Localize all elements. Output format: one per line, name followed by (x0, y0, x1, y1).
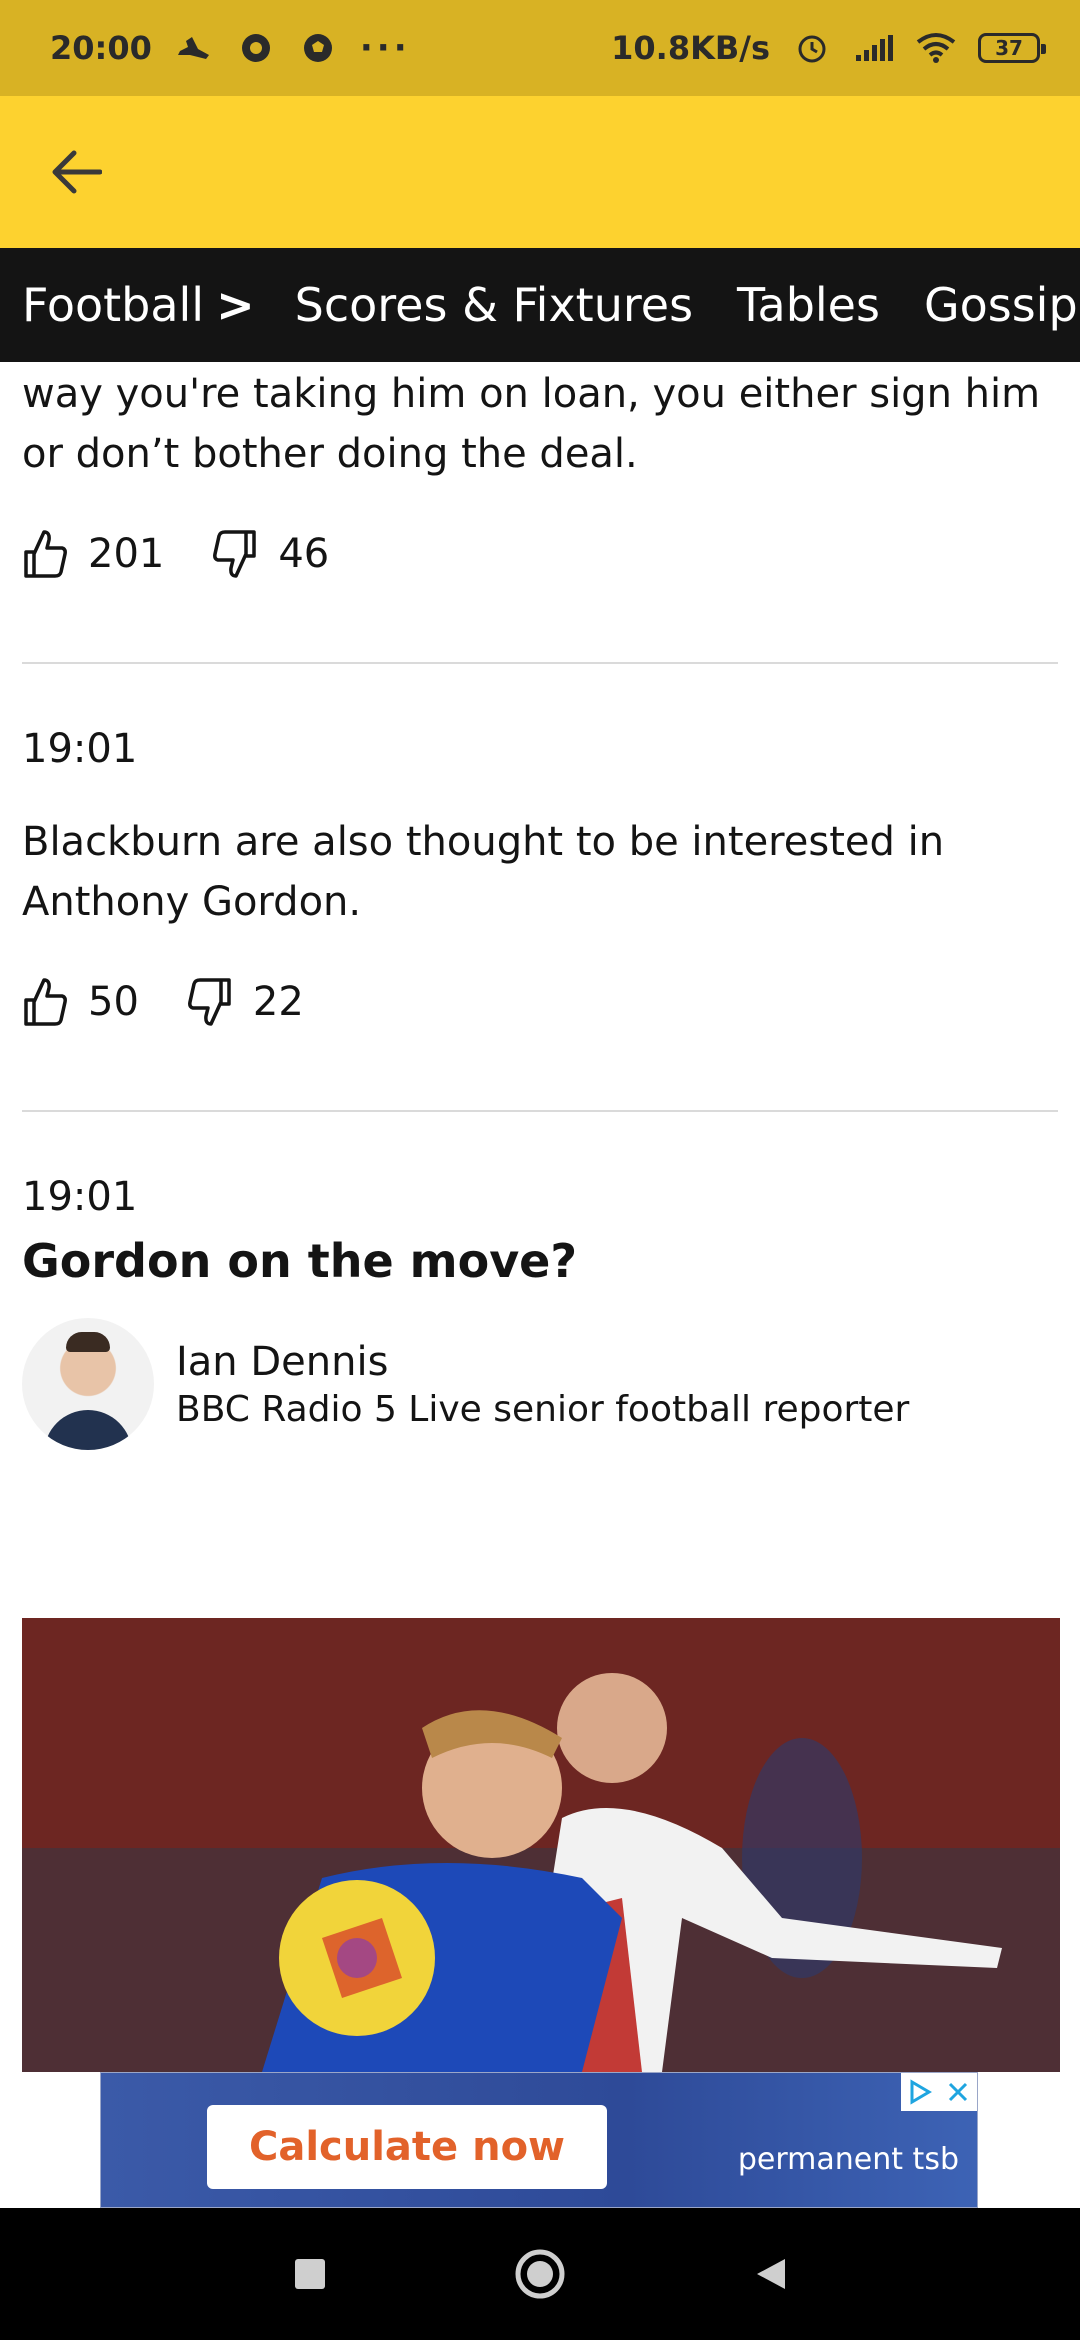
back-button[interactable] (40, 140, 112, 204)
post-headline: Gordon on the move? (22, 1234, 578, 1288)
thumbs-up-icon (24, 978, 67, 1026)
post-text: Blackburn are also thought to be interes… (22, 819, 945, 925)
app-header (0, 96, 1080, 248)
vote-bar: 50 22 (22, 972, 1058, 1032)
triangle-back-icon (757, 2259, 785, 2289)
vote-bar: 201 46 (22, 524, 1058, 584)
thumbs-down-icon (213, 530, 257, 578)
author-role: BBC Radio 5 Live senior football reporte… (176, 1388, 910, 1430)
nav-chevron: > (216, 278, 255, 332)
home-button[interactable] (510, 2244, 570, 2304)
status-time: 20:00 (50, 29, 152, 67)
dislike-count: 46 (278, 531, 330, 577)
more-dots-icon: ··· (359, 28, 411, 68)
like-count: 201 (88, 531, 165, 577)
status-right: 10.8KB/s 37 (611, 28, 1046, 68)
system-nav-bar (0, 2208, 1080, 2340)
author-byline: Ian Dennis BBC Radio 5 Live senior footb… (22, 1318, 1058, 1450)
section-nav: Football > Scores & Fixtures Tables Goss… (0, 248, 1080, 362)
chrome-icon (236, 28, 276, 68)
thumbs-down-icon (187, 978, 231, 1026)
battery-level: 37 (995, 36, 1023, 60)
battery-icon: 37 (978, 33, 1046, 63)
alarm-icon (792, 28, 832, 68)
recents-button[interactable] (280, 2244, 340, 2304)
nav-item-football[interactable]: Football (22, 278, 216, 332)
ad-brand: permanent tsb (737, 2142, 959, 2177)
dislike-button[interactable]: 22 (187, 976, 304, 1028)
dislike-count: 22 (252, 979, 304, 1025)
circle-icon (515, 2249, 565, 2299)
like-button[interactable]: 201 (22, 528, 164, 580)
thumbs-up-icon (24, 530, 67, 578)
nav-item-gossip[interactable]: Gossip (902, 278, 1080, 332)
author-info: Ian Dennis BBC Radio 5 Live senior footb… (176, 1339, 909, 1430)
divider (22, 662, 1058, 664)
football-icon (298, 28, 338, 68)
like-button[interactable]: 50 (22, 976, 139, 1028)
article-photo[interactable] (22, 1618, 1060, 2072)
status-bar: 20:00 ··· 10.8KB/s 37 (0, 0, 1080, 96)
close-icon[interactable] (939, 2073, 977, 2111)
live-feed: way you're taking him on loan, you eithe… (22, 362, 1058, 1450)
wifi-icon (916, 28, 956, 68)
square-icon (295, 2259, 325, 2289)
adchoices-icon[interactable] (901, 2073, 939, 2111)
arrow-left-icon (52, 150, 102, 194)
post-time: 19:01 (22, 1174, 138, 1220)
avatar (22, 1318, 154, 1450)
author-name: Ian Dennis (176, 1338, 389, 1385)
shoe-icon (174, 28, 214, 68)
status-left: 20:00 ··· (50, 28, 411, 68)
advertisement-banner[interactable]: Calculate now permanent tsb (100, 2072, 978, 2208)
divider (22, 1110, 1058, 1112)
ad-controls (901, 2073, 977, 2111)
post-time: 19:01 (22, 726, 138, 772)
signal-icon (854, 28, 894, 68)
net-speed: 10.8KB/s (611, 29, 770, 67)
back-nav-button[interactable] (740, 2244, 800, 2304)
dislike-button[interactable]: 46 (212, 528, 329, 580)
football-photo-illustration (22, 1618, 1060, 2072)
post-text: way you're taking him on loan, you eithe… (22, 371, 1041, 477)
like-count: 50 (88, 979, 139, 1025)
nav-item-tables[interactable]: Tables (715, 278, 902, 332)
ad-cta-button[interactable]: Calculate now (207, 2105, 607, 2189)
nav-item-scores-fixtures[interactable]: Scores & Fixtures (273, 278, 715, 332)
